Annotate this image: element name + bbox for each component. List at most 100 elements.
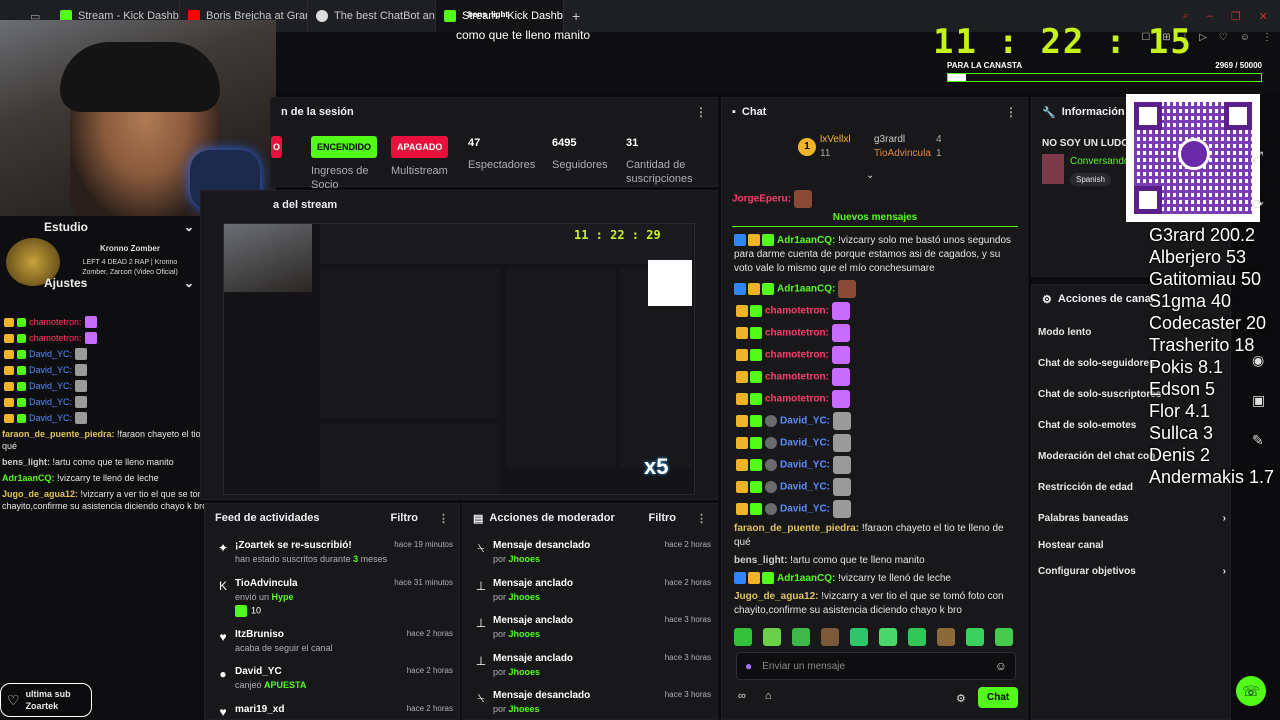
chat-username[interactable]: chamotetron: [765, 350, 829, 361]
pinned-row: JorgeEperu: [732, 190, 812, 208]
chat-username[interactable]: David_YC: [29, 394, 72, 410]
restore-icon[interactable]: ❐ [1231, 10, 1241, 23]
pinned-user[interactable]: JorgeEperu: [732, 194, 791, 205]
chat-username[interactable]: David_YC: [780, 482, 830, 493]
moderator-name[interactable]: Jhooes [509, 592, 541, 602]
chat-username[interactable]: faraon_de_puente_piedra: [734, 523, 859, 534]
chevron-right-icon[interactable]: › [1223, 566, 1226, 577]
chat-username[interactable]: David_YC: [780, 416, 830, 427]
activity-item[interactable]: ♥ ItzBruniso acaba de seguir el canal hace … [205, 629, 461, 653]
channel-action-item[interactable]: Palabras baneadas › [1038, 513, 1226, 524]
radio-icon[interactable]: ◉ [1252, 352, 1264, 369]
emote-icon[interactable] [995, 628, 1013, 646]
moderator-name[interactable]: Jhoees [509, 704, 540, 714]
tab-chatbot[interactable]: The best ChatBot and W... [308, 0, 436, 32]
moderator-name[interactable]: Jhooes [509, 629, 541, 639]
filter-button[interactable]: Filtro [649, 512, 677, 524]
new-tab-button[interactable]: + [564, 8, 588, 24]
chat-username[interactable]: David_YC: [29, 362, 72, 378]
emote-icon[interactable] [734, 628, 752, 646]
moderator-action-item[interactable]: ⊥ Mensaje anclado por Jhooes hace 2 horas [463, 578, 719, 602]
settings-gear-icon[interactable]: ⚙ [956, 692, 966, 705]
chat-username[interactable]: David_YC: [780, 504, 830, 515]
ajustes-header[interactable]: Ajustes ⌄ [44, 276, 194, 290]
close-icon[interactable]: ✕ [1259, 10, 1268, 23]
chat-username[interactable]: Adr1aanCQ: [777, 284, 835, 295]
chat-username[interactable]: David_YC: [780, 438, 830, 449]
link-icon[interactable]: ⟳ [1252, 196, 1264, 213]
chat-input[interactable]: ● Enviar un mensaje ☺ [736, 652, 1016, 680]
status-badge-off[interactable]: APAGADO [391, 136, 449, 158]
chat-username[interactable]: David_YC: [29, 346, 72, 362]
profile-icon[interactable]: ☺ [1240, 32, 1250, 46]
channel-action-item[interactable]: Hostear canal [1038, 540, 1226, 551]
chat-username[interactable]: chamotetron: [765, 372, 829, 383]
chevron-right-icon[interactable]: › [1223, 513, 1226, 524]
support-chat-button[interactable]: ☏ [1236, 676, 1266, 706]
activity-item[interactable]: ● David_YC canjeó APUESTA hace 2 horas [205, 666, 461, 690]
filter-button[interactable]: Filtro [391, 512, 419, 524]
moderator-action-item[interactable]: ⊥ Mensaje anclado por Jhooes hace 3 horas [463, 653, 719, 677]
emote-icon[interactable] [966, 628, 984, 646]
chat-username[interactable]: Jugo_de_agua12: [734, 591, 818, 602]
channel-action-item[interactable]: Configurar objetivos › [1038, 566, 1226, 577]
gifter-name[interactable]: TioAdvincula [874, 148, 931, 159]
moderator-name[interactable]: Jhooes [509, 667, 541, 677]
chevron-down-icon[interactable]: ⌄ [184, 220, 194, 234]
emote-menu-icon[interactable]: ∞ [738, 690, 746, 702]
chat-username[interactable]: David_YC: [29, 410, 72, 426]
emote-icon[interactable] [937, 628, 955, 646]
play-icon[interactable]: ▷ [1199, 32, 1207, 46]
activity-item[interactable]: K TioAdvincula envió un Hype 10 hace 31 minu… [205, 578, 461, 617]
emote-icon[interactable] [821, 628, 839, 646]
chat-username[interactable]: bens_light: [734, 555, 787, 566]
chat-username[interactable]: chamotetron: [29, 314, 82, 330]
status-badge-on[interactable]: ENCENDIDO [311, 136, 378, 158]
gifter-name[interactable]: lxVellxl [820, 134, 851, 145]
activity-item[interactable]: ✦ ¡Zoartek se re-suscribió! han estado sus… [205, 540, 461, 564]
expand-icon[interactable]: ⤢ [1252, 148, 1263, 165]
printer-icon[interactable]: ▣ [1252, 392, 1265, 409]
chat-username[interactable]: chamotetron: [765, 394, 829, 405]
search-icon[interactable]: ⌕ [1183, 10, 1189, 23]
chevron-down-icon[interactable]: ⌄ [866, 170, 874, 181]
chat-username[interactable]: Adr1aanCQ: [777, 235, 835, 246]
emote-icon[interactable] [792, 628, 810, 646]
moderator-name[interactable]: Jhooes [509, 554, 541, 564]
kebab-menu-icon[interactable]: ⋮ [438, 512, 449, 525]
chat-username[interactable]: chamotetron: [765, 306, 829, 317]
heart-icon[interactable]: ♡ [1219, 32, 1228, 46]
activity-item[interactable]: ♥ mari19_xd hace 2 horas [205, 704, 461, 718]
chevron-down-icon[interactable]: ⌄ [184, 276, 194, 290]
emoji-icon[interactable]: ☺ [995, 659, 1007, 673]
chat-username[interactable]: chamotetron: [29, 330, 82, 346]
estudio-header[interactable]: Estudio ⌄ [44, 220, 194, 234]
emote-icon[interactable] [908, 628, 926, 646]
moderator-action-item[interactable]: ⊥ Mensaje anclado por Jhooes hace 3 horas [463, 615, 719, 639]
chat-username[interactable]: David_YC: [29, 378, 72, 394]
moderator-action-item[interactable]: ⍀ Mensaje desanclado por Jhooes hace 2 hora… [463, 540, 719, 564]
chat-username[interactable]: chamotetron: [765, 328, 829, 339]
chat-username[interactable]: David_YC: [780, 460, 830, 471]
gifter-name[interactable]: g3rardl [874, 134, 905, 145]
kebab-menu-icon[interactable]: ⋮ [696, 512, 707, 525]
chat-username[interactable]: Jugo_de_agua12: [2, 489, 78, 499]
category-link[interactable]: Conversando [1070, 156, 1129, 167]
emote-icon[interactable] [763, 628, 781, 646]
chat-username[interactable]: Adr1aanCQ: [2, 473, 55, 483]
menu-icon[interactable]: ⋮ [1262, 32, 1272, 46]
minimize-icon[interactable]: – [1207, 10, 1213, 23]
wrench-icon[interactable]: ✎ [1252, 432, 1264, 449]
kebab-menu-icon[interactable]: ⋮ [695, 105, 707, 119]
microphone-icon[interactable]: ● [745, 659, 752, 673]
chat-username[interactable]: bens_light: [2, 457, 50, 467]
kebab-menu-icon[interactable]: ⋮ [1005, 105, 1017, 119]
shop-icon[interactable]: ⌂ [765, 690, 772, 702]
send-chat-button[interactable]: Chat [978, 687, 1019, 708]
emote-icon[interactable] [879, 628, 897, 646]
chat-username[interactable]: faraon_de_puente_piedra: [2, 429, 115, 439]
moderator-action-item[interactable]: ⍀ Mensaje desanclado por Jhoees hace 3 hora… [463, 690, 719, 714]
stream-preview-video[interactable]: 11 : 22 : 29 x5 [223, 223, 695, 495]
chat-username[interactable]: Adr1aanCQ: [777, 573, 835, 584]
emote-icon[interactable] [850, 628, 868, 646]
